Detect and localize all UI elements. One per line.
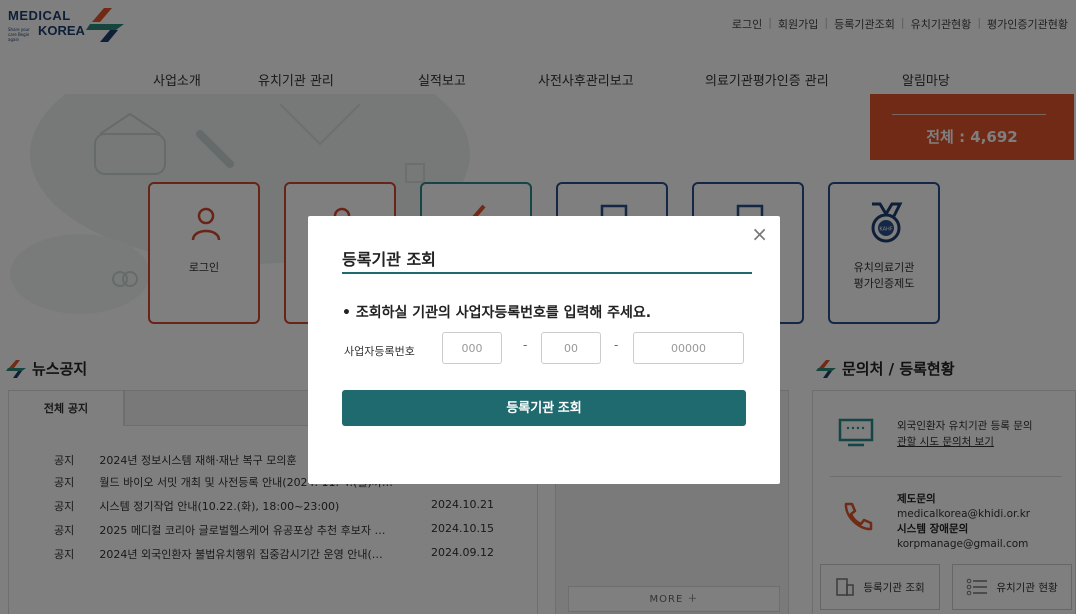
business-number-label: 사업자등록번호 <box>344 345 415 358</box>
business-number-part1-input[interactable] <box>442 332 502 364</box>
business-number-part2-input[interactable] <box>541 332 601 364</box>
modal-title-underline <box>342 272 752 274</box>
dash-separator: - <box>614 338 619 352</box>
modal-instruction: • 조회하실 기관의 사업자등록번호를 입력해 주세요. <box>342 305 652 321</box>
registered-lookup-modal: × 등록기관 조회 • 조회하실 기관의 사업자등록번호를 입력해 주세요. 사… <box>308 216 780 484</box>
modal-title: 등록기관 조회 <box>342 250 436 269</box>
business-number-part3-input[interactable] <box>633 332 744 364</box>
dash-separator: - <box>523 338 528 352</box>
close-icon[interactable]: × <box>751 224 768 244</box>
lookup-submit-button[interactable]: 등록기관 조회 <box>342 390 746 426</box>
